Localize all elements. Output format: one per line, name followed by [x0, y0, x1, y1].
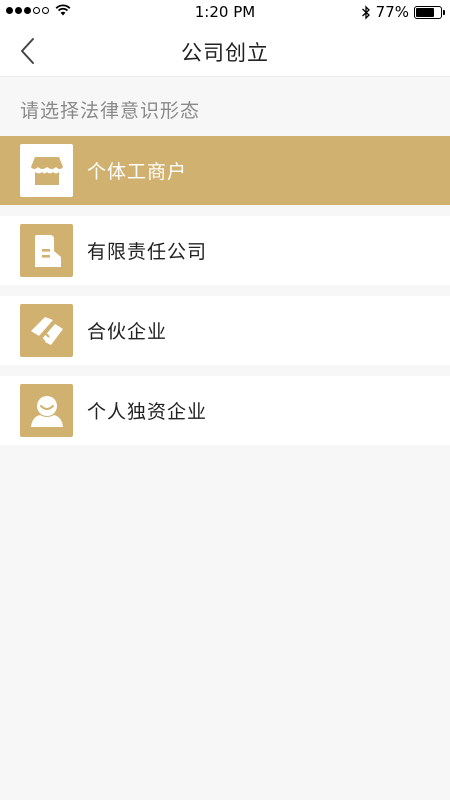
battery-fill: [416, 7, 435, 17]
page-title: 公司创立: [181, 41, 269, 65]
building-icon: [20, 224, 73, 277]
section-label: 请选择法律意识形态: [20, 100, 201, 122]
store-icon: [20, 144, 73, 197]
option-label: 个人独资企业: [87, 401, 208, 423]
option-label: 合伙企业: [87, 321, 168, 343]
option-label: 有限责任公司: [87, 241, 208, 263]
status-bar: 1:20 PM 77%: [0, 0, 450, 25]
nav-bar: 公司创立: [0, 25, 450, 77]
person-icon: [20, 384, 73, 437]
battery-icon: [414, 5, 445, 19]
battery-area: 77%: [361, 3, 445, 21]
bluetooth-icon: [361, 4, 370, 20]
option-label: 个体工商户: [87, 161, 188, 183]
option-limited-company[interactable]: 有限责任公司: [0, 216, 450, 285]
option-sole-proprietorship[interactable]: 个人独资企业: [0, 376, 450, 445]
handshake-icon: [20, 304, 73, 357]
option-partnership[interactable]: 合伙企业: [0, 296, 450, 365]
battery-percent: 77%: [375, 3, 409, 21]
option-individual-business[interactable]: 个体工商户: [0, 136, 450, 205]
